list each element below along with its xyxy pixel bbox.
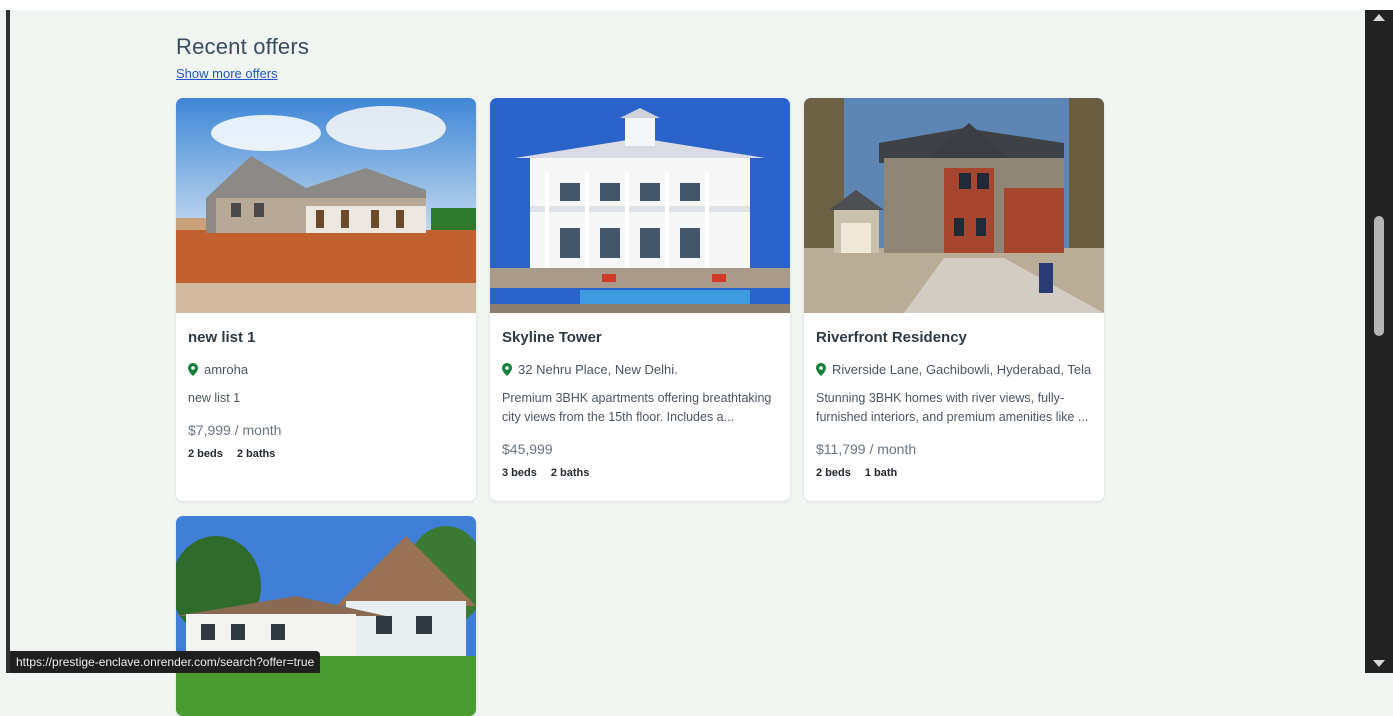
listing-description: Premium 3BHK apartments offering breatht… (502, 391, 772, 424)
map-pin-icon (188, 363, 198, 376)
listing-meta: 3 beds 2 baths (502, 467, 778, 479)
listing-photo[interactable] (176, 98, 476, 313)
listing-baths: 2 baths (236, 448, 276, 460)
scrollbar-thumb[interactable] (1374, 216, 1384, 336)
map-pin-icon (816, 363, 826, 376)
listing-beds: 2 beds (816, 467, 851, 479)
listing-body: new list 1 amroha new list 1 $7,999 / mo… (176, 313, 476, 472)
listing-photo[interactable] (490, 98, 790, 313)
map-pin-icon (502, 363, 512, 376)
listing-name: Skyline Tower (502, 329, 602, 346)
browser-top-strip (0, 0, 1393, 10)
scroll-down-icon[interactable] (1373, 660, 1385, 667)
listing-location-text: Riverside Lane, Gachibowli, Hyderabad, T… (832, 362, 1092, 377)
listing-location-text: 32 Nehru Place, New Delhi. (518, 362, 678, 377)
listing-location: Riverside Lane, Gachibowli, Hyderabad, T… (816, 362, 1092, 377)
listing-name: new list 1 (188, 329, 256, 346)
window-left-border (6, 10, 10, 673)
listing-beds: 2 beds (188, 448, 223, 460)
listing-card[interactable]: new list 1 amroha new list 1 $7,999 / mo… (176, 98, 476, 501)
listing-meta: 2 beds 2 baths (188, 448, 464, 460)
listing-name: Riverfront Residency (816, 329, 967, 346)
listing-price: $11,799 / month (816, 441, 917, 457)
listing-card[interactable] (176, 516, 476, 716)
listing-photo[interactable] (804, 98, 1104, 313)
listing-price: $7,999 / month (188, 422, 282, 438)
listing-meta: 2 beds 1 bath (816, 467, 1092, 479)
listing-beds: 3 beds (502, 467, 537, 479)
listing-baths: 2 baths (550, 467, 590, 479)
listing-price: $45,999 (502, 441, 553, 457)
listing-body: Skyline Tower 32 Nehru Place, New Delhi.… (490, 313, 790, 491)
listing-baths: 1 bath (864, 467, 898, 479)
listing-card[interactable]: Riverfront Residency Riverside Lane, Gac… (804, 98, 1104, 501)
section-title: Recent offers (176, 34, 310, 59)
recent-offers-section: Recent offers Show more offers new list … (176, 34, 1116, 716)
listing-location: 32 Nehru Place, New Delhi. (502, 362, 778, 377)
listing-location: amroha (188, 362, 464, 377)
listing-card[interactable]: Skyline Tower 32 Nehru Place, New Delhi.… (490, 98, 790, 501)
show-more-offers-link[interactable]: Show more offers (176, 66, 278, 81)
listing-location-text: amroha (204, 362, 249, 377)
listing-body: Riverfront Residency Riverside Lane, Gac… (804, 313, 1104, 491)
status-bar-url: https://prestige-enclave.onrender.com/se… (10, 651, 321, 673)
listing-photo[interactable] (176, 516, 476, 716)
scroll-up-icon[interactable] (1373, 14, 1385, 21)
vertical-scrollbar[interactable] (1365, 10, 1393, 673)
listing-description: new list 1 (188, 391, 241, 405)
listing-description: Stunning 3BHK homes with river views, fu… (816, 391, 1089, 424)
